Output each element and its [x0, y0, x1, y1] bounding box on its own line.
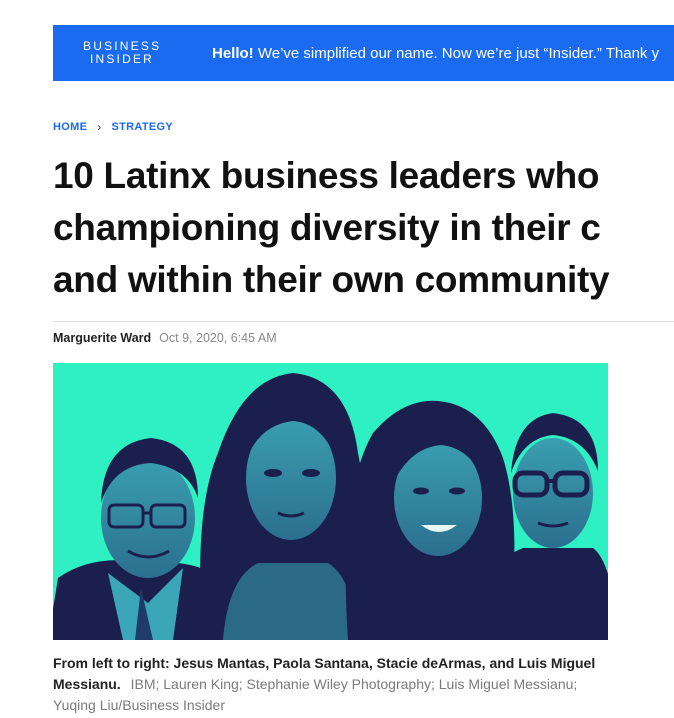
- hero-image: [53, 363, 608, 640]
- banner-text: We’ve simplified our name. Now we’re jus…: [253, 44, 660, 62]
- breadcrumb-strategy[interactable]: STRATEGY: [112, 121, 173, 133]
- byline: Marguerite Ward Oct 9, 2020, 6:45 AM: [53, 331, 277, 345]
- breadcrumb-chevron-icon: ›: [97, 120, 102, 134]
- headline-line-1: 10 Latinx business leaders who: [53, 155, 600, 196]
- business-insider-logo[interactable]: BUSINESS INSIDER: [83, 40, 161, 66]
- rename-banner[interactable]: BUSINESS INSIDER Hello! We’ve simplified…: [53, 25, 674, 81]
- image-caption: From left to right: Jesus Mantas, Paola …: [53, 653, 613, 716]
- logo-line-2: INSIDER: [89, 52, 155, 66]
- publish-date: Oct 9, 2020, 6:45 AM: [159, 331, 277, 345]
- article-page: BUSINESS INSIDER Hello! We’ve simplified…: [0, 0, 674, 718]
- breadcrumb-home[interactable]: HOME: [53, 121, 87, 133]
- banner-message: Hello! We’ve simplified our name. Now we…: [212, 45, 659, 62]
- article-headline: 10 Latinx business leaders who championi…: [53, 150, 674, 306]
- hero-portraits-illustration: [53, 363, 608, 640]
- headline-line-3: and within their own community: [53, 259, 610, 300]
- headline-line-2: championing diversity in their c: [53, 207, 601, 248]
- breadcrumb: HOME › STRATEGY: [53, 120, 173, 134]
- author-name[interactable]: Marguerite Ward: [53, 331, 151, 345]
- headline-divider: [53, 321, 674, 322]
- caption-credit: IBM; Lauren King; Stephanie Wiley Photog…: [53, 676, 578, 713]
- banner-hello: Hello!: [212, 44, 254, 62]
